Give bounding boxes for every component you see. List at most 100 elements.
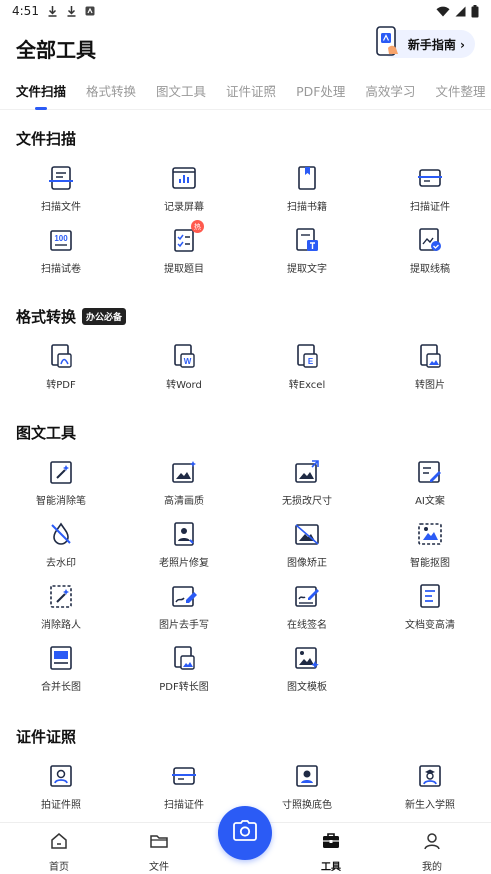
tool-to-excel[interactable]: E 转Excel	[246, 342, 368, 391]
tab-pdf[interactable]: PDF处理	[296, 80, 345, 104]
tab-id-photos[interactable]: 证件证照	[226, 80, 276, 104]
tool-extract-text[interactable]: 提取文字	[246, 226, 368, 275]
signal-icon	[455, 6, 466, 17]
scan-id-card-icon	[416, 164, 444, 192]
folder-icon	[149, 831, 169, 854]
remove-people-icon	[47, 582, 75, 610]
tool-enrollment-photo[interactable]: 新生入学照	[369, 762, 491, 811]
beginner-guide-button[interactable]: 新手指南 ›	[374, 26, 475, 62]
page-title: 全部工具	[16, 38, 96, 62]
tool-extract-questions[interactable]: 热 提取题目	[123, 220, 245, 275]
tab-format-convert[interactable]: 格式转换	[86, 80, 136, 104]
tool-label: 高清画质	[164, 496, 204, 507]
student-photo-icon	[416, 762, 444, 790]
wifi-icon	[436, 6, 450, 17]
tool-scan-exam[interactable]: 100 扫描试卷	[0, 226, 122, 275]
tool-document-hd[interactable]: 文档变高清	[369, 582, 491, 631]
tool-label: 智能抠图	[410, 558, 450, 569]
phone-guide-icon	[374, 26, 402, 62]
nav-label: 文件	[149, 862, 169, 873]
section-title-text: 文件扫描	[16, 130, 77, 148]
tool-image-correction[interactable]: 图像矫正	[246, 520, 368, 569]
tool-label: 转Excel	[288, 380, 326, 391]
camera-scan-button[interactable]	[218, 806, 272, 860]
hot-badge: 热	[191, 220, 204, 233]
merge-image-icon	[47, 644, 75, 672]
tool-to-pdf[interactable]: 转PDF	[0, 342, 122, 391]
tool-remove-watermark[interactable]: 去水印	[0, 520, 122, 569]
camera-icon	[233, 820, 257, 846]
section-title-text: 证件证照	[16, 728, 77, 746]
download-icon	[66, 5, 77, 17]
tool-label: 提取线稿	[410, 264, 450, 275]
home-icon	[49, 831, 69, 854]
nav-files[interactable]: 文件	[129, 831, 189, 873]
tool-label: 智能消除笔	[36, 496, 86, 507]
tool-scan-file[interactable]: 扫描文件	[0, 164, 122, 213]
tool-change-background[interactable]: 寸照换底色	[246, 762, 368, 811]
tool-resize[interactable]: 无损改尺寸	[246, 458, 368, 507]
excel-file-icon: E	[293, 342, 321, 370]
tool-record-screen[interactable]: 记录屏幕	[123, 164, 245, 213]
tool-image-template[interactable]: 图文模板	[246, 644, 368, 693]
magic-wand-icon	[47, 458, 75, 486]
nav-tools[interactable]: 工具	[301, 831, 361, 873]
tool-scan-id[interactable]: 扫描证件	[369, 164, 491, 213]
svg-text:W: W	[184, 357, 192, 366]
tool-merge-long-image[interactable]: 合并长图	[0, 644, 122, 693]
section-title-text: 图文工具	[16, 424, 77, 442]
tab-image-tools[interactable]: 图文工具	[156, 80, 206, 104]
nav-mine[interactable]: 我的	[402, 831, 462, 873]
tool-take-id-photo[interactable]: 拍证件照	[0, 762, 122, 811]
tool-to-word[interactable]: W 转Word	[123, 342, 245, 391]
tool-smart-cutout[interactable]: 智能抠图	[369, 520, 491, 569]
tool-online-signature[interactable]: 在线签名	[246, 582, 368, 631]
tool-label: 合并长图	[41, 682, 81, 693]
hd-image-icon	[170, 458, 198, 486]
tool-hd-quality[interactable]: 高清画质	[123, 458, 245, 507]
resize-image-icon	[293, 458, 321, 486]
tool-scan-book[interactable]: 扫描书籍	[246, 164, 368, 213]
document-hd-icon	[416, 582, 444, 610]
tool-label: 新生入学照	[405, 800, 455, 811]
record-screen-icon	[170, 164, 198, 192]
tool-label: 老照片修复	[159, 558, 209, 569]
tool-pdf-to-long-image[interactable]: PDF转长图	[123, 644, 245, 693]
tool-extract-lineart[interactable]: 提取线稿	[369, 226, 491, 275]
scan-file-icon	[47, 164, 75, 192]
tool-label: 转PDF	[46, 380, 76, 391]
header: 全部工具 新手指南 ›	[0, 26, 491, 64]
tool-smart-eraser[interactable]: 智能消除笔	[0, 458, 122, 507]
pdf-long-image-icon	[170, 644, 198, 672]
tool-label: 图片去手写	[159, 620, 209, 631]
section-title: 证件证照	[16, 726, 76, 747]
template-icon	[293, 644, 321, 672]
battery-icon	[471, 4, 479, 18]
svg-text:100: 100	[54, 234, 68, 243]
tool-ai-copywriting[interactable]: AI文案	[369, 458, 491, 507]
tab-organize[interactable]: 文件整理	[435, 80, 485, 104]
app-notification-icon	[85, 6, 95, 16]
tool-remove-handwriting[interactable]: 图片去手写	[123, 582, 245, 631]
tool-to-image[interactable]: 转图片	[369, 342, 491, 391]
office-essential-badge: 办公必备	[82, 308, 127, 325]
nav-label: 工具	[321, 862, 341, 873]
tool-label: 寸照换底色	[282, 800, 332, 811]
tool-label: 去水印	[46, 558, 76, 569]
extract-text-icon	[293, 226, 321, 254]
tab-file-scan[interactable]: 文件扫描	[16, 80, 66, 104]
tool-remove-people[interactable]: 消除路人	[0, 582, 122, 631]
pdf-file-icon	[47, 342, 75, 370]
tool-scan-id-2[interactable]: 扫描证件	[123, 762, 245, 811]
tool-label: 转图片	[415, 380, 445, 391]
nav-home[interactable]: 首页	[29, 831, 89, 873]
tool-label: 转Word	[166, 380, 202, 391]
status-bar: 4:51	[0, 0, 491, 22]
ai-write-icon	[416, 458, 444, 486]
tool-label: 图像矫正	[287, 558, 327, 569]
tab-study[interactable]: 高效学习	[365, 80, 415, 104]
tool-label: 扫描证件	[410, 202, 450, 213]
tool-label: 文档变高清	[405, 620, 455, 631]
scan-book-icon	[293, 164, 321, 192]
tool-photo-restore[interactable]: 老照片修复	[123, 520, 245, 569]
